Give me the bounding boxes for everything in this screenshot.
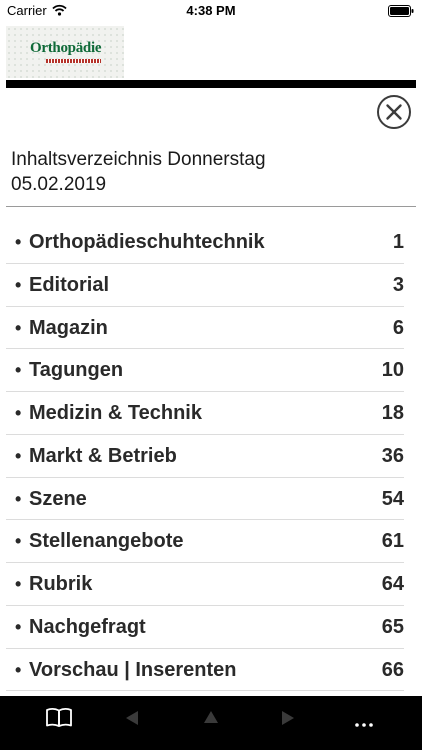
battery-icon [388,5,414,17]
toc-button[interactable] [39,704,79,732]
brand-logo: Orthopädie [6,26,124,78]
toc-item-page: 66 [381,658,404,681]
bullet-icon: • [15,274,22,295]
up-button[interactable] [191,704,231,732]
toc-item-page: 36 [381,444,404,467]
more-button[interactable] [344,704,384,732]
toc-item[interactable]: • Markt & Betrieb 36 [6,435,404,478]
close-icon [386,104,402,120]
previous-button[interactable] [112,704,152,732]
toc-item-label: Tagungen [29,359,124,382]
bullet-icon: • [15,403,22,423]
toc-item[interactable]: • Tagungen 10 [6,349,404,392]
toc-item-label: Medizin & Technik [29,402,202,424]
bullet-icon: • [15,232,22,252]
toc-item-label: Vorschau | Inserenten [29,658,237,681]
arrow-left-icon [126,711,138,725]
toc-item-label: Nachgefragt [29,615,146,638]
toc-item[interactable]: • Magazin 6 [6,307,404,350]
toc-item[interactable]: • Rubrik 64 [6,563,404,606]
toc-item-page: 64 [381,573,404,595]
toc-item-page: 61 [381,530,404,553]
header-divider [6,80,416,88]
toc-item-label: Magazin [29,316,108,339]
bullet-icon: • [15,659,22,680]
bullet-icon: • [15,360,22,381]
arrow-up-icon [204,711,218,723]
toc-item-label: Editorial [29,273,110,296]
bullet-icon: • [15,574,22,594]
toc-item[interactable]: • Medizin & Technik 18 [6,392,404,435]
logo-text: Orthopädie [30,40,102,56]
toc-item[interactable]: • Nachgefragt 65 [6,606,404,649]
more-icon [355,723,373,727]
toc-item[interactable]: • Orthopädieschuhtechnik 1 [6,221,404,264]
toc-item-page: 65 [381,615,404,638]
toc-item-label: Szene [29,487,87,510]
toc-item[interactable]: • Stellenangebote 61 [6,520,404,563]
bullet-icon: • [15,317,22,338]
page-title: Inhaltsverzeichnis Donnerstag 05.02.2019 [11,149,266,195]
toc-item[interactable]: • Szene 54 [6,478,404,521]
toc-item-label: Markt & Betrieb [29,444,177,467]
title-divider [6,206,416,207]
bullet-icon: • [15,445,22,466]
close-button[interactable] [377,95,411,129]
next-button[interactable] [268,704,308,732]
status-time: 4:38 PM [186,3,236,18]
arrow-right-icon [282,711,294,725]
toc-item-page: 1 [392,231,404,253]
book-icon [46,707,72,727]
toc-item-page: 6 [392,316,404,339]
toc-item[interactable]: • Vorschau | Inserenten 66 [6,649,404,692]
status-bar: Carrier 4:38 PM [0,0,422,22]
toc-item-label: Rubrik [29,573,93,595]
bullet-icon: • [15,616,22,637]
logo-underline [46,59,101,63]
toc-item-label: Orthopädieschuhtechnik [29,231,265,253]
toc-item-page: 10 [381,359,404,382]
bottom-toolbar [0,696,422,750]
bullet-icon: • [15,488,22,509]
toc-item[interactable]: • Editorial 3 [6,264,404,307]
toc-item-label: Stellenangebote [29,530,184,553]
toc-item-page: 54 [381,487,404,510]
toc-list: • Orthopädieschuhtechnik 1 • Editorial 3 • Maga… [6,221,404,692]
bullet-icon: • [15,531,22,552]
toc-item-page: 3 [392,273,404,296]
toc-item-page: 18 [381,402,404,424]
